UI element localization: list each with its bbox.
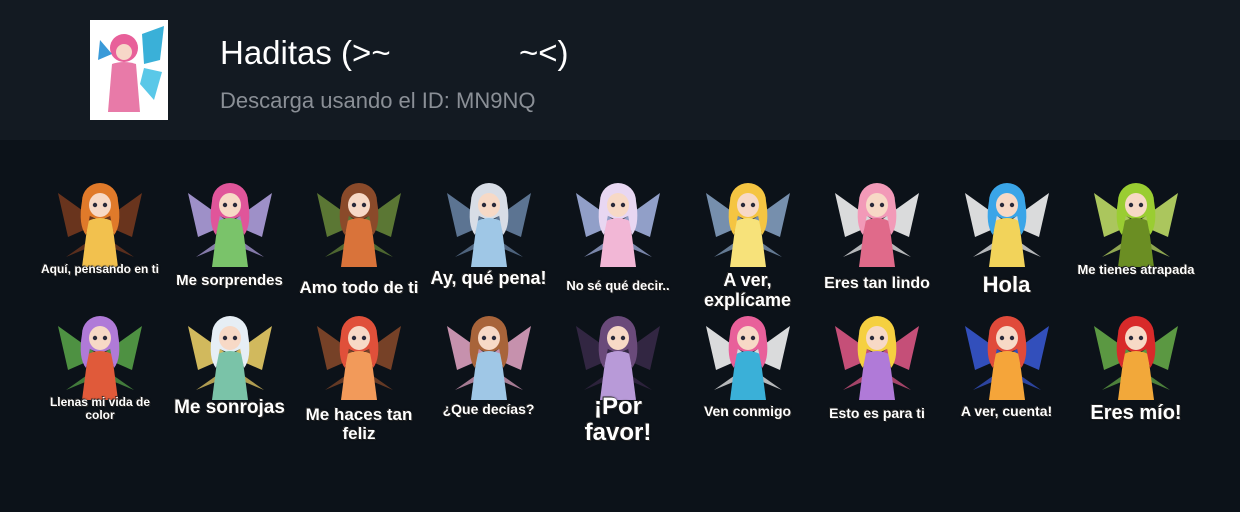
sticker-7[interactable]: Eres tan lindo — [817, 175, 937, 305]
sticker-caption: Me sonrojas — [174, 397, 285, 418]
sticker-5[interactable]: No sé qué decir.. — [558, 175, 678, 305]
sticker-caption: Hola — [982, 272, 1031, 297]
sticker-6[interactable]: A ver, explícame — [688, 175, 808, 310]
sticker-caption: ¿Que decías? — [442, 401, 535, 417]
sticker-10[interactable]: Llenas mi vida de color — [40, 308, 160, 438]
sticker-2[interactable]: Me sorprendes — [170, 175, 290, 305]
winged-angel-fairy-sticker — [576, 183, 660, 267]
forest-fairy-sticker — [317, 183, 401, 267]
strawberry-fairy-sticker — [317, 316, 401, 400]
sticker-caption: Amo todo de ti — [299, 278, 419, 297]
blonde-fairy-sticker — [835, 316, 919, 400]
pink-dress-fairy-sticker — [835, 183, 919, 267]
sticker-caption: Me sorprendes — [176, 272, 283, 289]
pack-download-id: Descarga usando el ID: MN9NQ — [220, 88, 536, 113]
sticker-11[interactable]: Me sonrojas — [170, 308, 290, 438]
pink-hair-fairy-sticker — [187, 183, 272, 267]
sticker-caption: Eres tan lindo — [824, 275, 930, 292]
sticker-18[interactable]: Eres mío! — [1076, 308, 1196, 438]
yellow-fairy-sticker — [705, 183, 790, 267]
sticker-caption: Esto es para ti — [829, 405, 925, 421]
sticker-13[interactable]: ¿Que decías? — [429, 308, 549, 438]
sticker-9[interactable]: Me tienes atrapada — [1076, 175, 1196, 305]
sticker-caption: Ay, qué pena! — [430, 268, 547, 288]
sticker-caption: No sé qué decir.. — [566, 278, 670, 293]
sticker-caption: ¡Por favor! — [584, 393, 652, 447]
sticker-16[interactable]: Esto es para ti — [817, 308, 937, 438]
sticker-17[interactable]: A ver, cuenta! — [947, 308, 1067, 438]
sticker-4[interactable]: Ay, qué pena! — [429, 175, 549, 305]
sticker-caption: Llenas mi vida de color — [49, 395, 151, 423]
pack-title: Haditas (>~ ~<) — [220, 34, 569, 71]
sticker-12[interactable]: Me haces tan feliz — [299, 308, 419, 443]
blue-wing-fairy-sticker — [705, 316, 790, 400]
sticker-caption: Me haces tan feliz — [305, 405, 413, 443]
sticker-caption: Me tienes atrapada — [1077, 262, 1195, 277]
sticker-1[interactable]: Aquí, pensando en ti — [40, 175, 160, 305]
pack-header: Haditas (>~ ~<) Descarga usando el ID: M… — [0, 0, 1240, 140]
sticker-caption: Eres mío! — [1090, 402, 1182, 424]
sticker-caption: Ven conmigo — [703, 403, 792, 419]
sticker-8[interactable]: Hola — [947, 175, 1067, 305]
fairy-pack-icon — [90, 20, 168, 120]
sticker-15[interactable]: Ven conmigo — [688, 308, 808, 438]
red-dress-fairy-sticker — [964, 316, 1049, 400]
sticker-caption: Aquí, pensando en ti — [40, 262, 159, 276]
sticker-14[interactable]: ¡Por favor! — [558, 308, 678, 446]
sticker-caption: A ver, explícame — [703, 270, 792, 310]
sticker-3[interactable]: Amo todo de ti — [299, 175, 419, 305]
sticker-caption: A ver, cuenta! — [960, 403, 1053, 419]
blue-hair-fairy-sticker — [964, 183, 1049, 267]
